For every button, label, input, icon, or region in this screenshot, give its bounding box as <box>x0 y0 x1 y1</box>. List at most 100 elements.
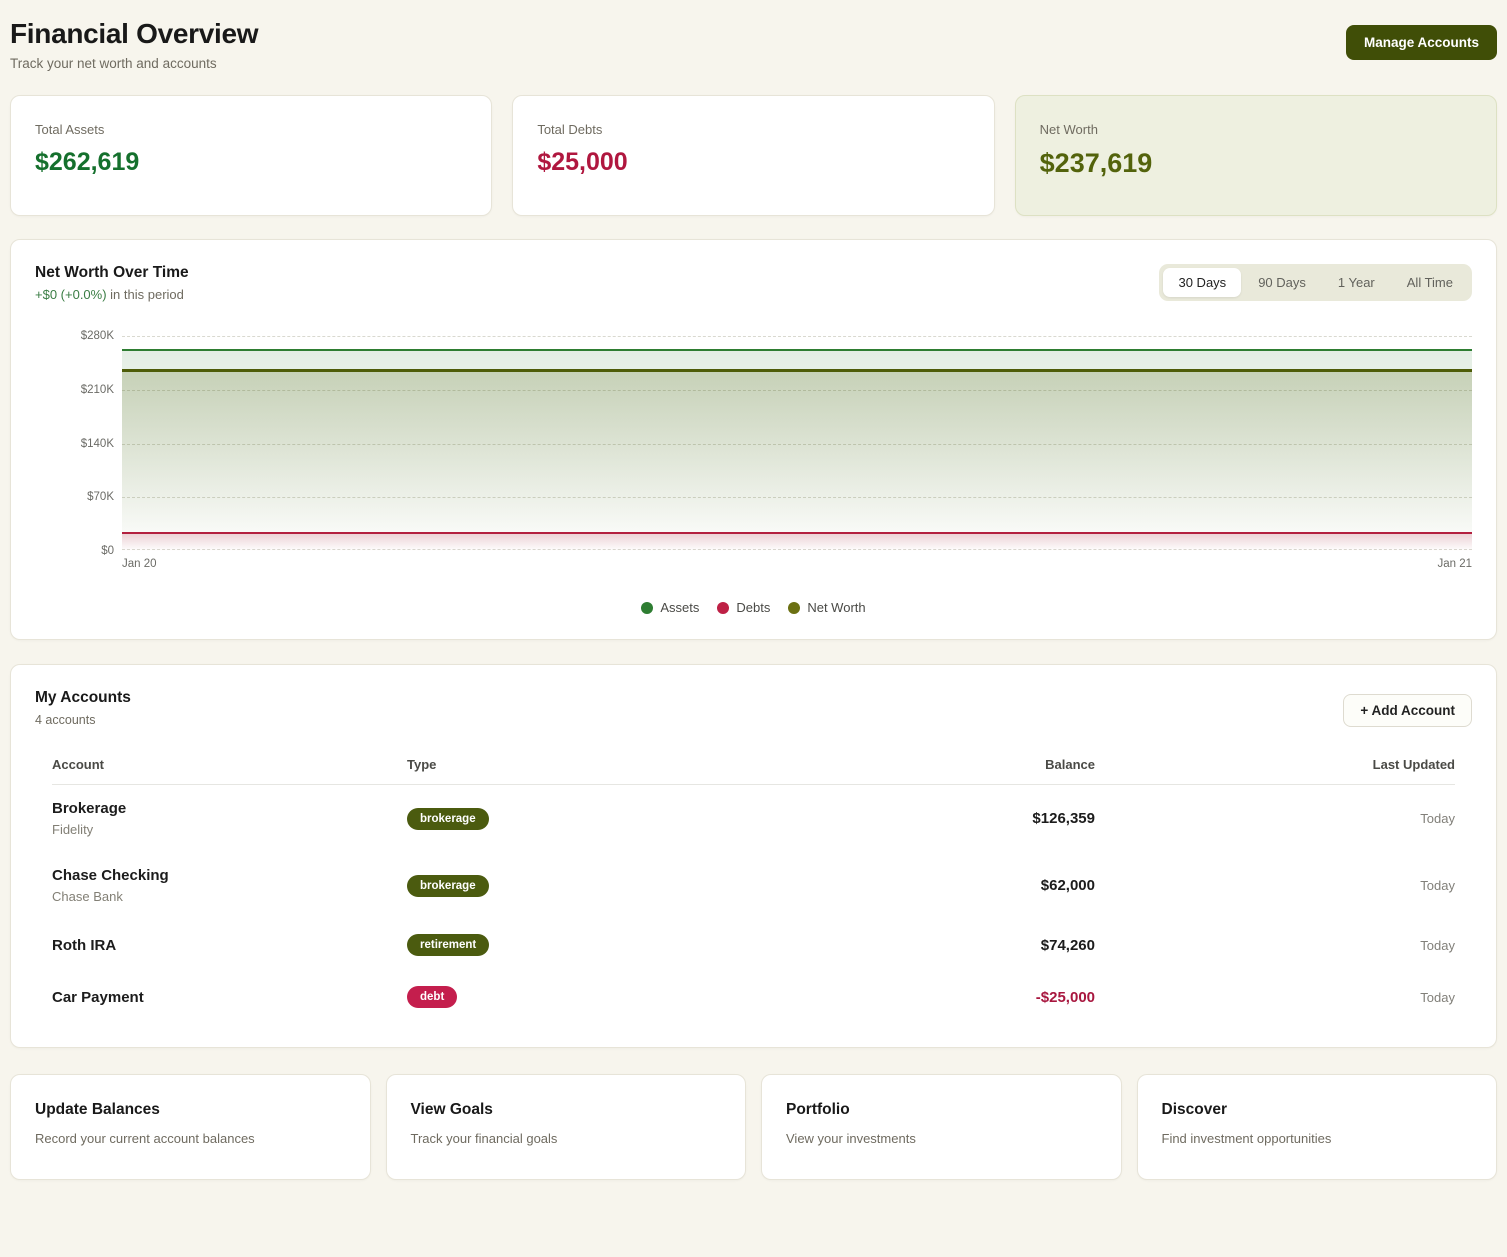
range-tab-all-time[interactable]: All Time <box>1392 268 1468 297</box>
total-assets-card: Total Assets $262,619 <box>10 95 492 216</box>
assets-dot-icon <box>641 602 653 614</box>
total-debts-card: Total Debts $25,000 <box>512 95 994 216</box>
update-balances-card[interactable]: Update Balances Record your current acco… <box>10 1074 371 1180</box>
range-tab-1-year[interactable]: 1 Year <box>1323 268 1390 297</box>
account-institution: Fidelity <box>52 822 407 837</box>
account-balance: -$25,000 <box>747 989 1095 1006</box>
type-badge: brokerage <box>407 808 489 830</box>
y-tick: $140K <box>81 438 114 450</box>
column-header-balance: Balance <box>747 757 1095 772</box>
net-worth-card: Net Worth $237,619 <box>1015 95 1497 216</box>
net-worth-value: $237,619 <box>1040 148 1472 179</box>
debts-line <box>122 532 1472 551</box>
chart-title: Net Worth Over Time <box>35 264 189 282</box>
view-goals-title: View Goals <box>411 1101 722 1119</box>
account-name: Roth IRA <box>52 937 407 954</box>
view-goals-card[interactable]: View Goals Track your financial goals <box>386 1074 747 1180</box>
type-badge: retirement <box>407 934 489 956</box>
range-tab-30-days[interactable]: 30 Days <box>1163 268 1241 297</box>
accounts-header: My Accounts 4 accounts + Add Account <box>35 689 1472 727</box>
accounts-title: My Accounts <box>35 689 131 707</box>
type-badge: debt <box>407 986 457 1008</box>
account-balance: $62,000 <box>747 877 1095 894</box>
accounts-title-block: My Accounts 4 accounts <box>35 689 131 727</box>
column-header-type: Type <box>407 757 747 772</box>
discover-title: Discover <box>1162 1101 1473 1119</box>
discover-card[interactable]: Discover Find investment opportunities <box>1137 1074 1498 1180</box>
chart-y-axis: $280K $210K $140K $70K $0 <box>35 336 122 551</box>
account-type-cell: debt <box>407 986 747 1008</box>
view-goals-subtitle: Track your financial goals <box>411 1131 722 1146</box>
net-worth-dot-icon <box>788 602 800 614</box>
chart-body: $280K $210K $140K $70K $0 Jan 20 Jan 21 <box>35 336 1472 570</box>
chart-legend: Assets Debts Net Worth <box>35 600 1472 615</box>
account-name-cell: Roth IRA <box>52 937 407 954</box>
chart-plot-area <box>122 336 1472 551</box>
chart-header: Net Worth Over Time +$0 (+0.0%) in this … <box>35 264 1472 302</box>
account-last-updated: Today <box>1095 811 1455 826</box>
y-tick: $280K <box>81 330 114 342</box>
account-name-cell: Brokerage Fidelity <box>52 800 407 837</box>
legend-item-assets: Assets <box>641 600 699 615</box>
account-type-cell: retirement <box>407 934 747 956</box>
x-tick-start: Jan 20 <box>122 558 157 570</box>
x-tick-end: Jan 21 <box>1437 558 1472 570</box>
portfolio-subtitle: View your investments <box>786 1131 1097 1146</box>
page-title: Financial Overview <box>10 18 258 50</box>
net-worth-chart-card: Net Worth Over Time +$0 (+0.0%) in this … <box>10 239 1497 640</box>
debts-dot-icon <box>717 602 729 614</box>
legend-label-networth: Net Worth <box>807 600 865 615</box>
total-assets-label: Total Assets <box>35 122 467 137</box>
column-header-last-updated: Last Updated <box>1095 757 1455 772</box>
my-accounts-card: My Accounts 4 accounts + Add Account Acc… <box>10 664 1497 1048</box>
account-row-roth-ira[interactable]: Roth IRA retirement $74,260 Today <box>52 919 1455 971</box>
gridline <box>122 336 1472 337</box>
page-header: Financial Overview Track your net worth … <box>10 10 1497 95</box>
chart-x-axis: Jan 20 Jan 21 <box>122 558 1472 570</box>
account-last-updated: Today <box>1095 938 1455 953</box>
total-debts-value: $25,000 <box>537 148 969 177</box>
total-assets-value: $262,619 <box>35 148 467 177</box>
account-name: Brokerage <box>52 800 407 817</box>
chart-title-block: Net Worth Over Time +$0 (+0.0%) in this … <box>35 264 189 302</box>
accounts-table-header: Account Type Balance Last Updated <box>52 757 1455 785</box>
account-name: Chase Checking <box>52 867 407 884</box>
portfolio-title: Portfolio <box>786 1101 1097 1119</box>
chart-plot-wrap: Jan 20 Jan 21 <box>122 336 1472 570</box>
account-type-cell: brokerage <box>407 808 747 830</box>
y-tick: $210K <box>81 384 114 396</box>
page-subtitle: Track your net worth and accounts <box>10 56 258 71</box>
update-balances-subtitle: Record your current account balances <box>35 1131 346 1146</box>
accounts-count: 4 accounts <box>35 713 131 727</box>
account-institution: Chase Bank <box>52 889 407 904</box>
legend-item-debts: Debts <box>717 600 770 615</box>
header-text: Financial Overview Track your net worth … <box>10 18 258 71</box>
net-worth-label: Net Worth <box>1040 122 1472 137</box>
summary-cards: Total Assets $262,619 Total Debts $25,00… <box>10 95 1497 216</box>
portfolio-card[interactable]: Portfolio View your investments <box>761 1074 1122 1180</box>
net-worth-line <box>122 369 1472 551</box>
total-debts-label: Total Debts <box>537 122 969 137</box>
legend-label-assets: Assets <box>660 600 699 615</box>
add-account-button[interactable]: + Add Account <box>1343 694 1472 727</box>
range-tabs: 30 Days 90 Days 1 Year All Time <box>1159 264 1472 301</box>
y-tick: $0 <box>101 545 114 557</box>
account-name-cell: Chase Checking Chase Bank <box>52 867 407 904</box>
account-name: Car Payment <box>52 989 407 1006</box>
account-last-updated: Today <box>1095 990 1455 1005</box>
legend-label-debts: Debts <box>736 600 770 615</box>
chart-change-suffix: in this period <box>107 287 184 302</box>
account-row-brokerage[interactable]: Brokerage Fidelity brokerage $126,359 To… <box>52 785 1455 852</box>
column-header-account: Account <box>52 757 407 772</box>
range-tab-90-days[interactable]: 90 Days <box>1243 268 1321 297</box>
update-balances-title: Update Balances <box>35 1101 346 1119</box>
manage-accounts-button[interactable]: Manage Accounts <box>1346 25 1497 60</box>
chart-change-delta: +$0 (+0.0%) <box>35 287 107 302</box>
chart-change: +$0 (+0.0%) in this period <box>35 287 189 302</box>
accounts-table: Account Type Balance Last Updated Broker… <box>52 757 1455 1023</box>
account-row-chase-checking[interactable]: Chase Checking Chase Bank brokerage $62,… <box>52 852 1455 919</box>
account-row-car-payment[interactable]: Car Payment debt -$25,000 Today <box>52 971 1455 1023</box>
account-last-updated: Today <box>1095 878 1455 893</box>
type-badge: brokerage <box>407 875 489 897</box>
account-type-cell: brokerage <box>407 875 747 897</box>
